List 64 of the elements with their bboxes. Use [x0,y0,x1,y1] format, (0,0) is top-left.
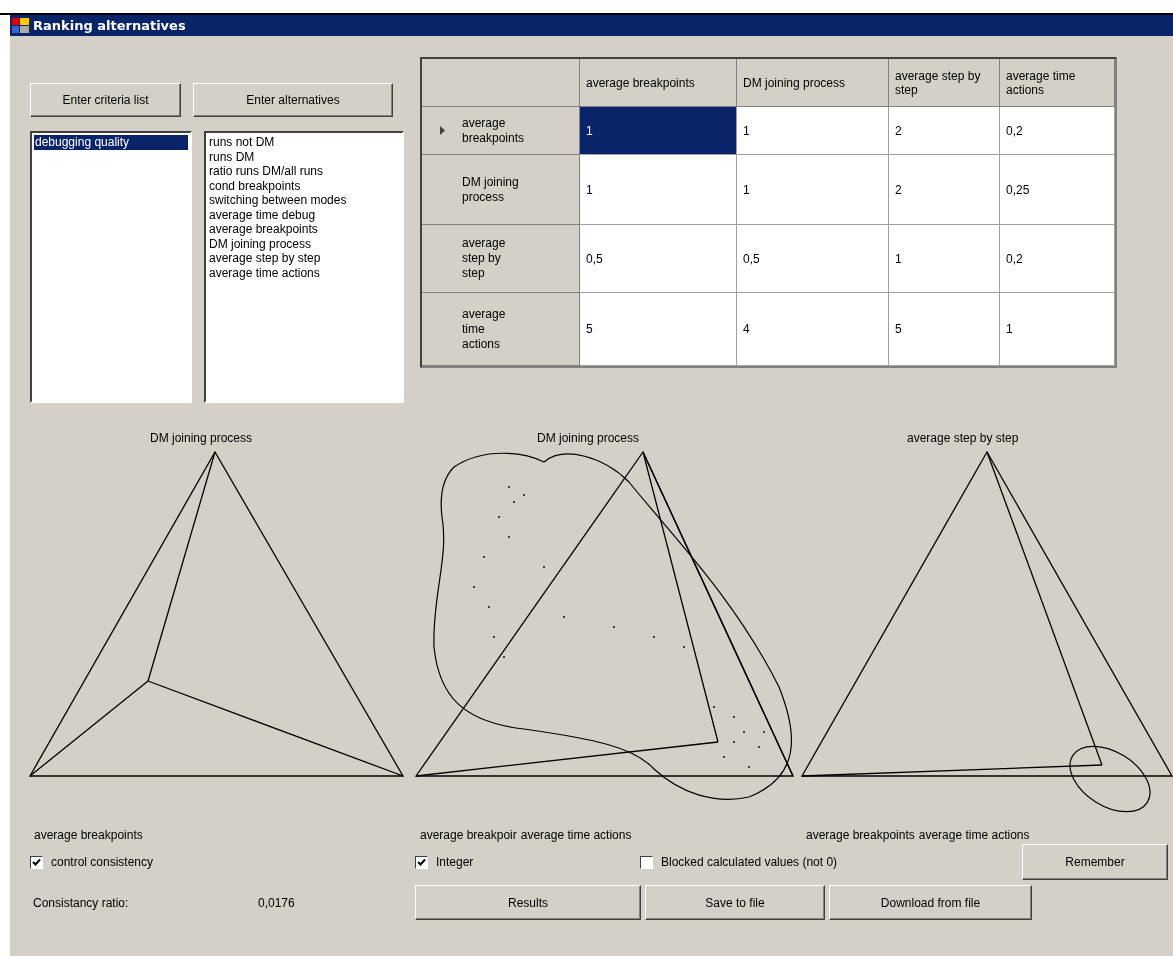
list-item[interactable]: debugging quality [34,135,188,150]
enter-criteria-button[interactable]: Enter criteria list [30,83,181,117]
table-cell[interactable]: 0,2 [1000,107,1115,155]
checkbox-label: Integer [436,855,474,869]
row-header-text: DM joining process [462,174,520,205]
table-cell[interactable]: 1 [737,107,889,155]
vertex-label: average time actions [520,828,632,842]
alternatives-list[interactable]: runs not DM runs DM ratio runs DM/all runs cond breakpoints switching between modes average time debug average breakpoints DM joining process average step by step average time actions [204,131,404,403]
list-item[interactable]: switching between modes [208,193,400,208]
table-cell[interactable]: 4 [737,293,889,366]
checkbox[interactable] [640,855,653,869]
table-cell[interactable]: 5 [889,293,1000,366]
ratio-value: 0,0176 [258,895,295,910]
ratio-label: Consistancy ratio: [33,895,130,910]
app-icon [12,18,29,33]
table-cell[interactable]: 0,25 [1000,155,1115,225]
table-cell[interactable]: 1 [580,155,737,225]
enter-alternatives-button[interactable]: Enter alternatives [193,83,393,117]
action-button[interactable]: Save to file [645,885,825,920]
column-header: average breakpoints [580,59,737,107]
checkbox[interactable] [415,855,428,869]
vertex-label: average breakpoir [420,828,517,842]
table-cell[interactable]: 1 [889,225,1000,293]
check-icon [417,857,426,867]
current-row-icon [439,126,445,135]
table-cell[interactable]: 2 [889,107,1000,155]
column-header: average time actions [1000,59,1115,107]
list-item[interactable]: DM joining process [208,236,400,251]
list-item[interactable]: average breakpoints [208,222,400,237]
vertex-label: average breakpoints [806,828,915,842]
table-cell[interactable]: 1 [1000,293,1115,366]
row-header-text: average time actions [462,306,507,352]
list-item[interactable]: runs not DM [208,135,400,150]
column-header: average step by step [889,59,1000,107]
vertex-label: average breakpoints [34,828,143,842]
list-item[interactable]: cond breakpoints [208,178,400,193]
list-item[interactable]: average time debug [208,207,400,222]
row-header-text: average breakpoints [462,115,524,146]
list-item[interactable]: runs DM [208,149,400,164]
action-button[interactable]: Download from file [829,885,1032,920]
list-item[interactable]: average step by step [208,251,400,266]
vertex-label: DM joining process [150,431,253,447]
vertex-label: average time actions [918,828,1030,842]
column-header: DM joining process [737,59,889,107]
table-cell[interactable]: 5 [580,293,737,366]
table-cell[interactable]: 1 [580,107,737,155]
action-button[interactable]: Results [415,885,641,920]
window-title: Ranking alternatives [33,18,186,33]
check-icon [32,857,41,867]
table-cell[interactable]: 0,5 [737,225,889,293]
list-item[interactable]: ratio runs DM/all runs [208,164,400,179]
criteria-list[interactable]: debugging quality [30,131,192,403]
table-cell[interactable]: 1 [737,155,889,225]
table-cell[interactable]: 0,2 [1000,225,1115,293]
table-cell[interactable]: 0,5 [580,225,737,293]
row-header-text: average step by step [462,236,507,281]
table-cell[interactable]: 2 [889,155,1000,225]
checkbox-label: Blocked calculated values (not 0) [661,855,838,869]
vertex-label: average step by step [907,431,1019,447]
list-item[interactable]: average time actions [208,265,400,280]
checkbox-label: control consistency [51,855,154,869]
checkbox[interactable] [30,855,43,869]
remember-button[interactable]: Remember [1022,844,1168,880]
vertex-label: DM joining process [537,431,640,447]
